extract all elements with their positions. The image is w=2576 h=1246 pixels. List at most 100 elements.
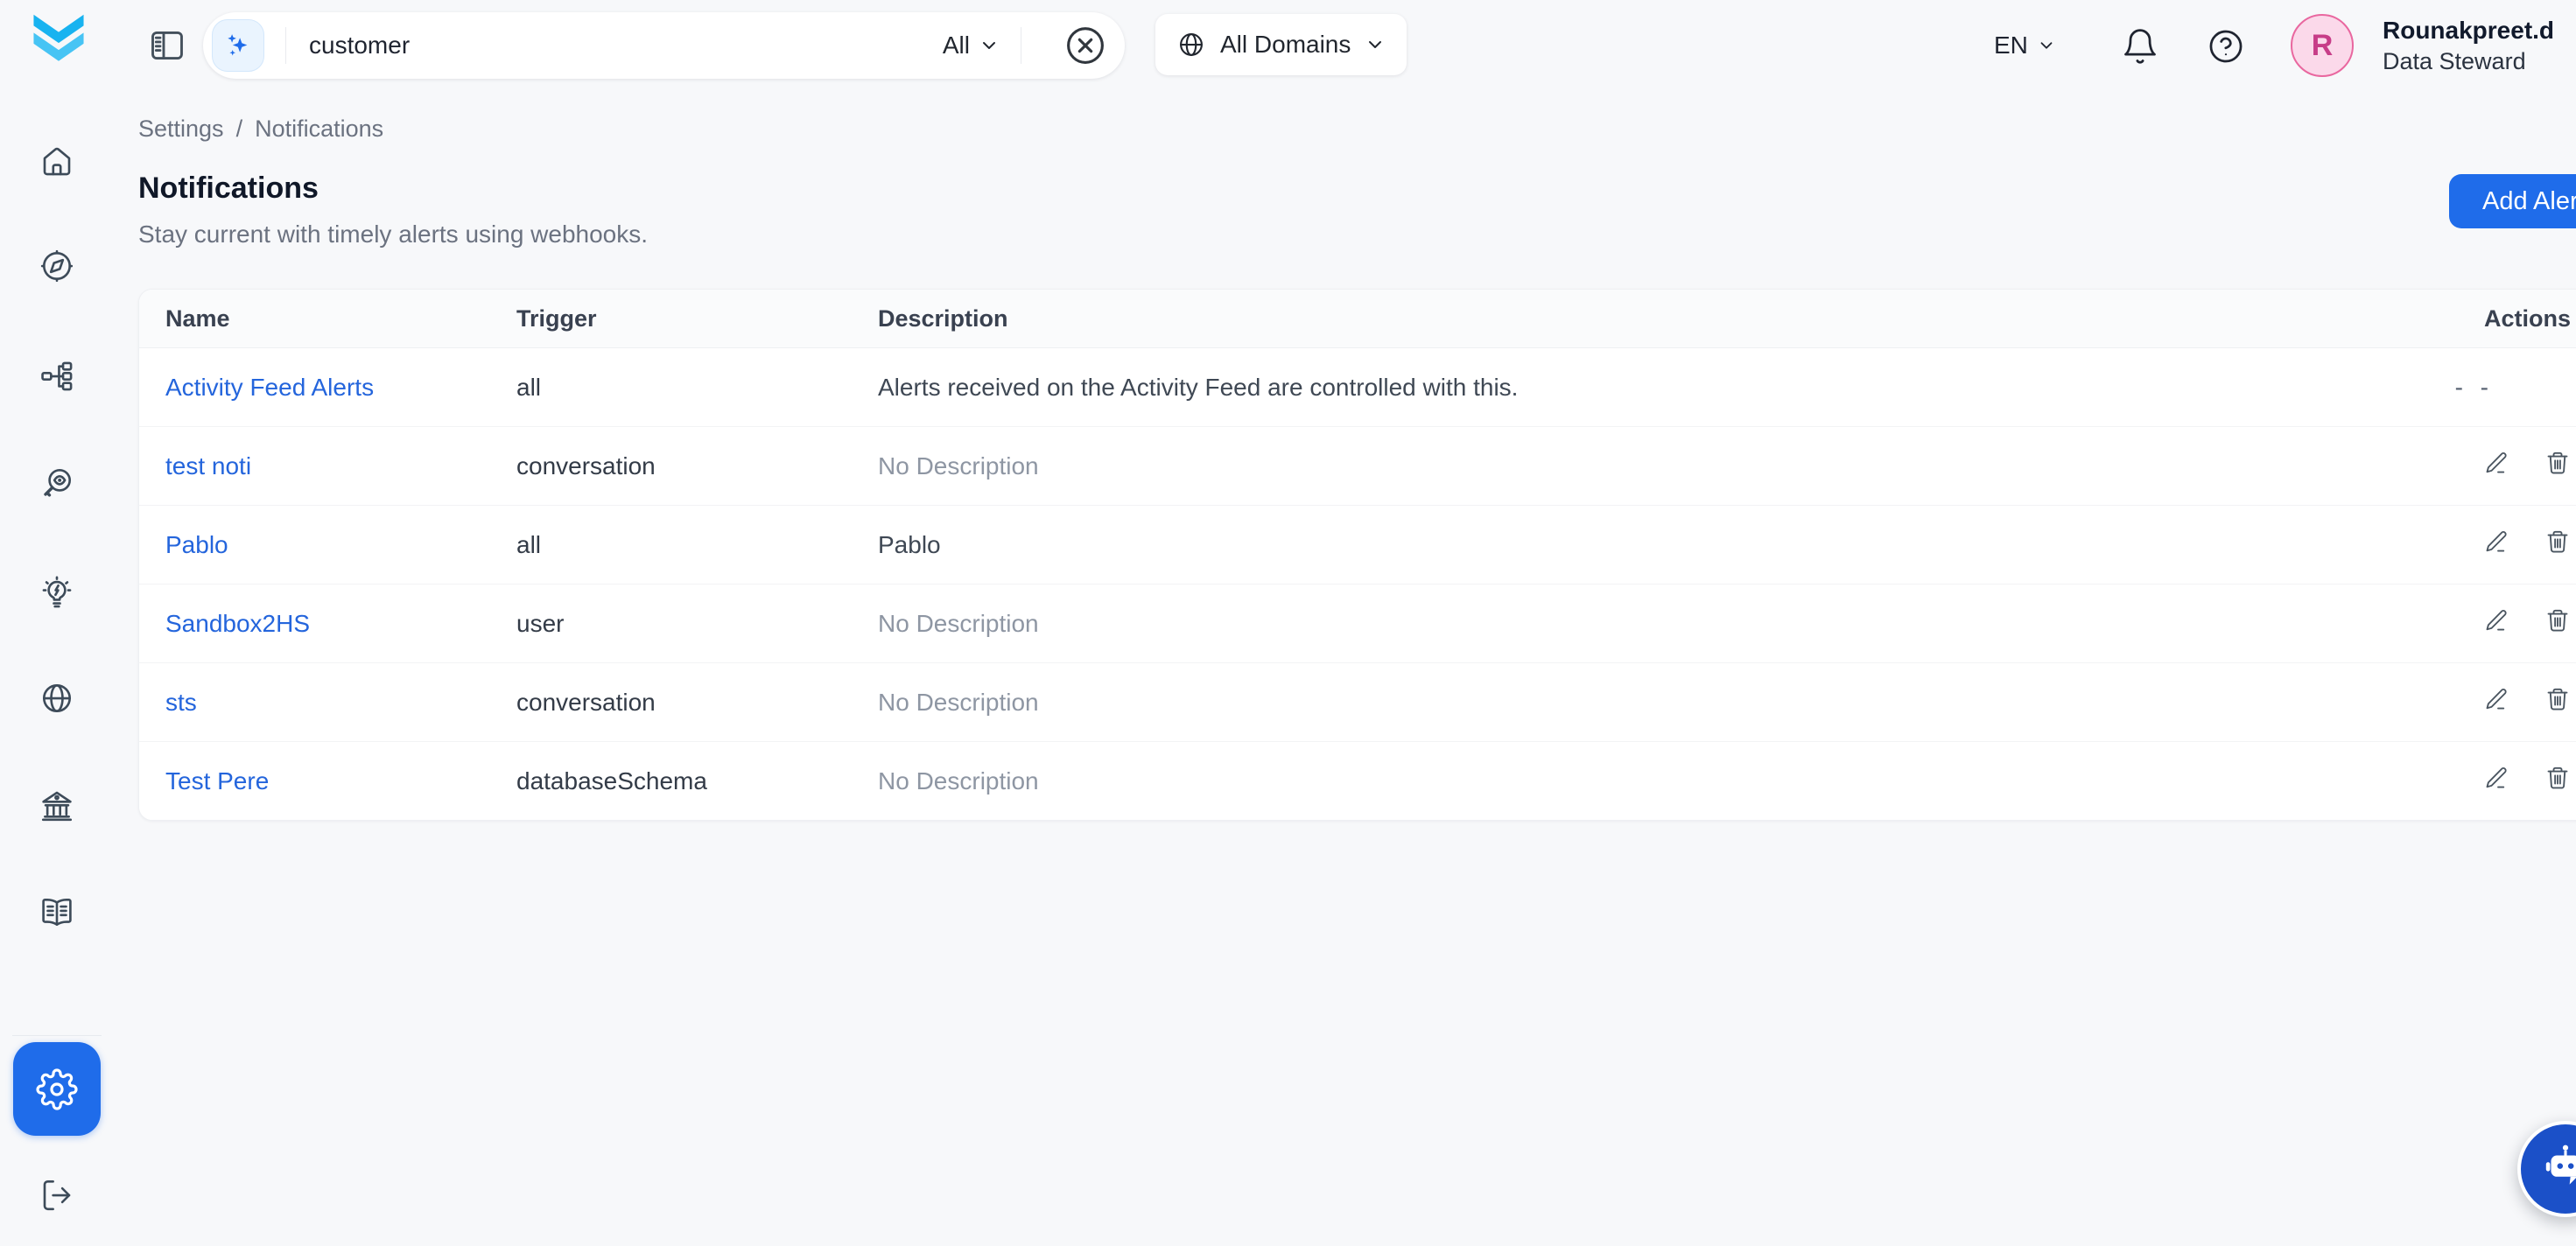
alert-description: No Description <box>852 584 2334 663</box>
trash-icon <box>2544 686 2571 712</box>
user-menu[interactable]: Rounakpreet.d Data Steward <box>2383 15 2554 76</box>
alert-name-link[interactable]: Sandbox2HS <box>165 610 310 637</box>
alert-description: Alerts received on the Activity Feed are… <box>852 348 2334 427</box>
edit-icon <box>2483 607 2509 634</box>
breadcrumb-settings[interactable]: Settings <box>138 116 224 143</box>
bell-icon <box>2121 27 2159 66</box>
alert-name-link[interactable]: test noti <box>165 452 251 480</box>
edit-icon <box>2483 528 2509 555</box>
sidebar-divider <box>12 1035 102 1036</box>
add-alert-button[interactable]: Add Alert <box>2449 174 2576 228</box>
page-title: Notifications <box>138 172 319 206</box>
alert-name-link[interactable]: Test Pere <box>165 767 269 794</box>
globe-icon <box>1176 30 1206 60</box>
edit-alert-button[interactable] <box>2483 450 2509 476</box>
home-icon <box>39 143 75 179</box>
alert-description: No Description <box>852 427 2334 506</box>
column-header-description: Description <box>852 290 2334 348</box>
chevron-down-icon <box>2037 36 2056 55</box>
bank-icon <box>39 788 75 824</box>
logout-icon <box>39 1177 75 1214</box>
table-header-row: Name Trigger Description Actions <box>139 290 2576 348</box>
delete-alert-button[interactable] <box>2544 450 2571 476</box>
alert-name-link[interactable]: sts <box>165 689 197 716</box>
sidebar-item-insights[interactable] <box>39 574 75 611</box>
breadcrumb: Settings / Notifications <box>138 116 383 143</box>
no-actions-placeholder: - - <box>2455 374 2494 401</box>
alert-description: No Description <box>852 663 2334 742</box>
alert-description: No Description <box>852 742 2334 821</box>
logout-button[interactable] <box>39 1177 75 1214</box>
all-domains-dropdown[interactable]: All Domains <box>1155 14 1407 75</box>
alert-trigger: all <box>490 506 852 584</box>
sidebar-item-domains[interactable] <box>39 680 75 717</box>
column-header-name: Name <box>139 290 490 348</box>
notifications-bell-button[interactable] <box>2121 27 2159 66</box>
sidebar-item-lineage[interactable] <box>39 358 75 395</box>
sidebar-item-settings-active[interactable] <box>13 1042 101 1136</box>
globe-icon <box>39 680 75 717</box>
alert-trigger: databaseSchema <box>490 742 852 821</box>
sidebar-collapse-icon[interactable] <box>147 25 187 66</box>
chevron-down-icon <box>979 35 1000 56</box>
divider <box>285 27 286 64</box>
lightbulb-icon <box>39 574 75 611</box>
avatar-initial: R <box>2312 29 2334 63</box>
column-header-trigger: Trigger <box>490 290 852 348</box>
app-logo[interactable] <box>30 11 88 80</box>
language-selector[interactable]: EN <box>1994 0 2056 91</box>
edit-icon <box>2483 686 2509 712</box>
search-input[interactable] <box>307 31 943 60</box>
delete-alert-button[interactable] <box>2544 765 2571 791</box>
user-role: Data Steward <box>2383 46 2554 76</box>
alert-name-link[interactable]: Activity Feed Alerts <box>165 374 374 401</box>
edit-icon <box>2483 765 2509 791</box>
sparkle-ai-icon <box>222 30 254 61</box>
help-button[interactable] <box>2207 27 2245 66</box>
breadcrumb-separator: / <box>236 116 243 143</box>
delete-alert-button[interactable] <box>2544 607 2571 634</box>
chatbot-button[interactable] <box>2517 1121 2576 1217</box>
trash-icon <box>2544 450 2571 476</box>
compass-icon <box>39 248 75 284</box>
delete-alert-button[interactable] <box>2544 528 2571 555</box>
alert-name-link[interactable]: Pablo <box>165 531 228 558</box>
table-row: test noti conversation No Description <box>139 427 2576 506</box>
open-book-icon <box>39 894 75 931</box>
flow-tree-icon <box>39 358 75 395</box>
page-subtitle: Stay current with timely alerts using we… <box>138 220 648 248</box>
chevron-down-icon <box>1365 34 1386 55</box>
edit-alert-button[interactable] <box>2483 607 2509 634</box>
trash-icon <box>2544 528 2571 555</box>
alert-trigger: all <box>490 348 852 427</box>
notifications-table: Name Trigger Description Actions Activit… <box>138 289 2576 821</box>
language-label: EN <box>1994 32 2028 60</box>
delete-alert-button[interactable] <box>2544 686 2571 712</box>
table-row: Activity Feed Alerts all Alerts received… <box>139 348 2576 427</box>
robot-icon <box>2538 1142 2576 1196</box>
alert-description: Pablo <box>852 506 2334 584</box>
column-header-actions: Actions <box>2334 290 2576 348</box>
alert-trigger: conversation <box>490 663 852 742</box>
table-row: Sandbox2HS user No Description <box>139 584 2576 663</box>
trash-icon <box>2544 765 2571 791</box>
table-row: Pablo all Pablo <box>139 506 2576 584</box>
all-domains-label: All Domains <box>1220 31 1351 59</box>
trash-icon <box>2544 607 2571 634</box>
search-filter-dropdown[interactable]: All <box>943 32 1000 60</box>
breadcrumb-notifications: Notifications <box>255 116 383 143</box>
edit-alert-button[interactable] <box>2483 686 2509 712</box>
clear-search-icon <box>1063 24 1107 67</box>
sidebar-item-glossary[interactable] <box>39 894 75 931</box>
sidebar-item-home[interactable] <box>39 143 75 179</box>
edit-icon <box>2483 450 2509 476</box>
ai-search-button[interactable] <box>212 19 264 72</box>
sidebar-item-govern[interactable] <box>39 788 75 824</box>
search-filter-label: All <box>943 32 970 60</box>
sidebar-item-explore[interactable] <box>39 248 75 284</box>
clear-search-button[interactable] <box>1063 24 1107 67</box>
sidebar-item-observability[interactable] <box>39 465 75 501</box>
edit-alert-button[interactable] <box>2483 528 2509 555</box>
edit-alert-button[interactable] <box>2483 765 2509 791</box>
user-avatar[interactable]: R <box>2291 14 2354 77</box>
